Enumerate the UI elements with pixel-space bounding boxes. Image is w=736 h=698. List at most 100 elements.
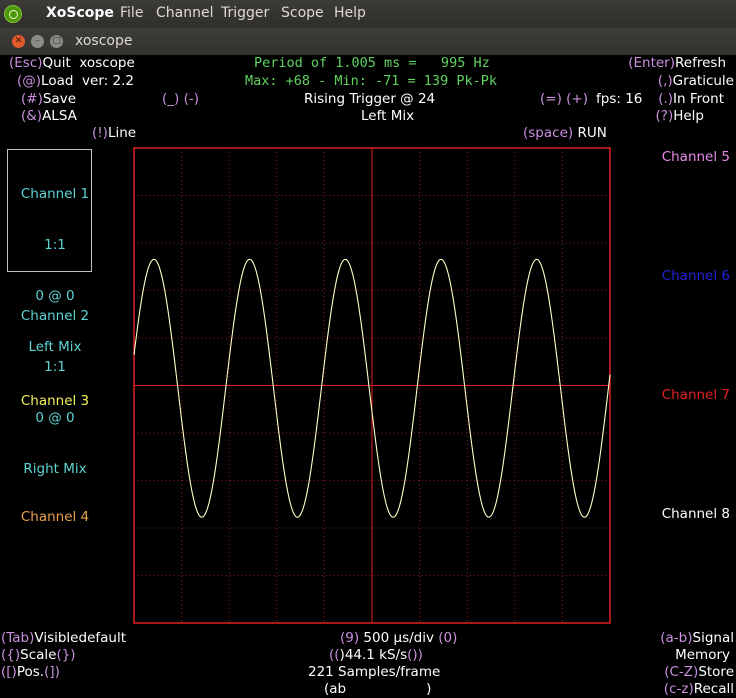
time-div-row[interactable]: (9) 500 µs/div (0)	[340, 630, 457, 647]
graticule-dot	[276, 484, 278, 485]
graticule-dot	[178, 575, 179, 576]
graticule-dot	[514, 580, 516, 581]
graticule-dot	[542, 337, 543, 339]
graticule-dot	[390, 242, 391, 244]
graticule-dot	[228, 196, 230, 197]
ubuntu-logo-icon[interactable]	[4, 5, 22, 23]
graticule-dot	[342, 242, 343, 244]
graticule-dot	[566, 337, 567, 339]
graticule-dot	[450, 527, 451, 529]
graticule-dot	[338, 575, 339, 576]
graticule-dot	[586, 480, 587, 481]
graticule-dot	[276, 600, 278, 601]
graticule-dot	[182, 480, 183, 481]
graticule-dot	[323, 388, 325, 389]
scale-row[interactable]: ({)Scale(})	[1, 647, 76, 664]
graticule-dot	[276, 620, 278, 621]
minimize-icon[interactable]: –	[31, 35, 44, 48]
menu-channel[interactable]: Channel	[156, 5, 213, 21]
graticule-dot	[228, 372, 230, 373]
graticule-dot	[514, 360, 516, 361]
graticule-dot	[538, 527, 539, 529]
graticule-dot	[290, 195, 291, 196]
graticule-dot	[194, 290, 195, 291]
pos-row[interactable]: ([)Pos.(])	[1, 664, 60, 681]
graticule-dot	[561, 160, 563, 161]
graticule-dot	[323, 588, 325, 589]
graticule-dot	[510, 575, 511, 576]
graticule-dot	[410, 242, 411, 244]
graticule-dot	[514, 460, 516, 461]
graticule-dot	[358, 575, 359, 576]
graticule-dot	[310, 195, 311, 196]
graticule-dot	[322, 480, 323, 481]
menu-trigger[interactable]: Trigger	[221, 5, 269, 21]
graticule-dot	[406, 195, 407, 196]
graticule-dot	[561, 228, 563, 229]
menu-help[interactable]: Help	[334, 5, 366, 21]
graticule-dot	[162, 527, 163, 529]
menu-scope[interactable]: Scope	[281, 5, 324, 21]
graticule-dot	[561, 172, 563, 173]
graticule-dot	[490, 575, 491, 576]
graticule-dot	[514, 192, 516, 193]
graticule-dot	[561, 472, 563, 473]
graticule-dot	[250, 337, 251, 339]
graticule-dot	[166, 480, 167, 481]
graticule-dot	[323, 564, 325, 565]
graticule-dot	[561, 312, 563, 313]
close-icon[interactable]: ✕	[12, 35, 25, 48]
graticule-dot	[514, 396, 516, 397]
graticule-dot	[561, 452, 563, 453]
graticule-dot	[561, 268, 563, 269]
graticule-dot	[181, 380, 183, 381]
graticule-dot	[514, 520, 516, 521]
maximize-icon[interactable]: □	[50, 35, 63, 48]
graticule-dot	[228, 564, 230, 565]
graticule-dot	[470, 290, 471, 291]
graticule-dot	[323, 560, 325, 561]
graticule-dot	[419, 588, 421, 589]
graticule-dot	[474, 337, 475, 339]
graticule-dot	[466, 540, 468, 541]
graticule-dot	[394, 242, 395, 244]
graticule-dot	[214, 527, 215, 529]
graticule-dot	[390, 575, 391, 576]
sample-rate-row[interactable]: (()44.1 kS/s())	[329, 647, 423, 664]
graticule-dot	[419, 616, 421, 617]
graticule-dot	[561, 364, 563, 365]
visible-row[interactable]: (Tab)Visibledefault	[1, 630, 126, 647]
graticule-dot	[419, 256, 421, 257]
graticule-dot	[323, 320, 325, 321]
graticule-dot	[514, 180, 516, 181]
graticule-dot	[181, 212, 183, 213]
graticule-dot	[570, 195, 571, 196]
graticule-dot	[278, 242, 279, 244]
graticule-dot	[561, 572, 563, 573]
signal-row[interactable]: (a-b)Signal	[660, 630, 734, 647]
graticule-dot	[278, 575, 279, 576]
graticule-dot	[276, 608, 278, 609]
menu-file[interactable]: File	[120, 5, 143, 21]
graticule-dot	[174, 195, 175, 196]
graticule-dot	[294, 527, 295, 529]
graticule-dot	[276, 236, 278, 237]
memory-select-row[interactable]: (ab)	[324, 681, 431, 698]
graticule-dot	[276, 220, 278, 221]
graticule-dot	[466, 236, 468, 237]
graticule-dot	[162, 575, 163, 576]
recall-label: Recall	[693, 681, 734, 697]
graticule-dot	[419, 232, 421, 233]
graticule-dot	[162, 195, 163, 196]
graticule-dot	[542, 290, 543, 291]
graticule-dot	[178, 432, 179, 434]
graticule-dot	[276, 324, 278, 325]
recall-row[interactable]: (c-z)Recall	[664, 681, 734, 698]
graticule-dot	[276, 192, 278, 193]
graticule-dot	[228, 436, 230, 437]
graticule-dot	[450, 337, 451, 339]
store-row[interactable]: (C-Z)Store	[664, 664, 734, 681]
graticule-dot	[454, 290, 455, 291]
graticule-dot	[362, 480, 363, 481]
graticule-dot	[142, 480, 143, 481]
